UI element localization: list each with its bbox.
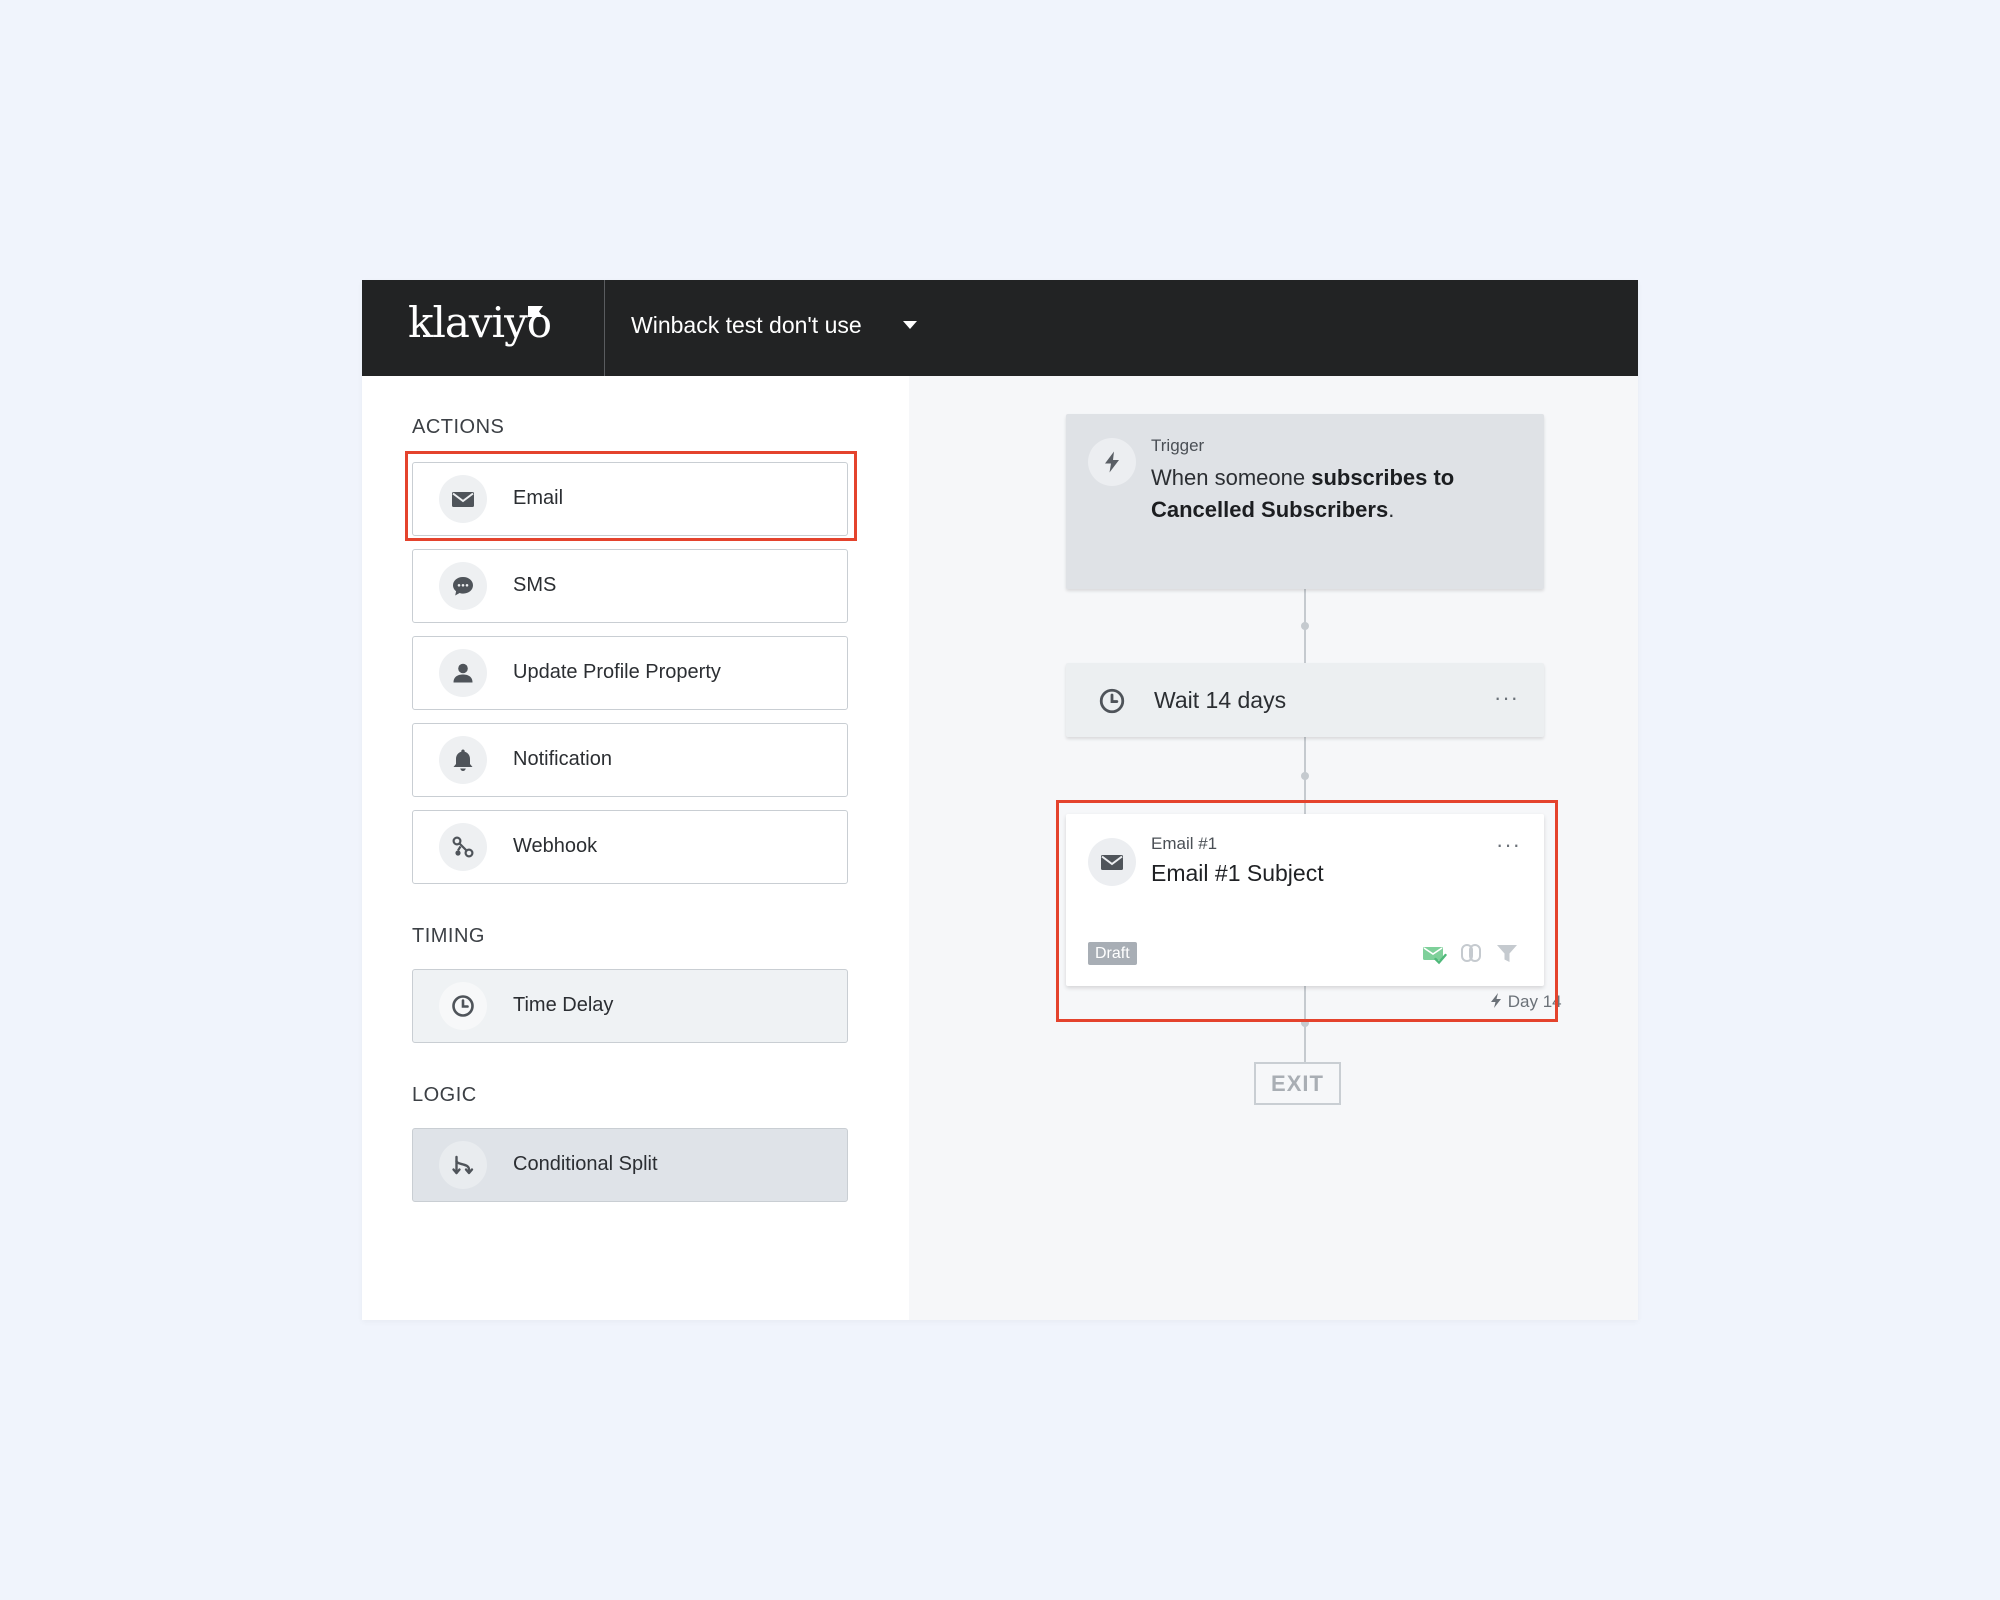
person-icon [439, 649, 487, 697]
smart-sending-icon [1461, 944, 1481, 962]
palette-label: Conditional Split [513, 1153, 658, 1175]
flow-name[interactable]: Winback test don't use [631, 312, 862, 339]
exit-node: EXIT [1254, 1062, 1341, 1105]
day-label-text: Day 14 [1507, 992, 1562, 1011]
flow-canvas[interactable]: Trigger When someone subscribes to Cance… [909, 376, 1638, 1320]
palette-item-time-delay[interactable]: Time Delay [412, 969, 848, 1043]
palette-item-email[interactable]: Email [412, 462, 848, 536]
palette-label: Time Delay [513, 994, 614, 1016]
lightning-icon [1491, 993, 1501, 1008]
filter-icon [1497, 945, 1517, 962]
lightning-icon [1088, 438, 1136, 486]
time-delay-label: Wait 14 days [1154, 687, 1287, 713]
trigger-card[interactable]: Trigger When someone subscribes to Cance… [1066, 414, 1544, 589]
trigger-text-suffix: . [1388, 497, 1395, 522]
email-kicker: Email #1 [1151, 834, 1218, 853]
email-subject: Email #1 Subject [1151, 860, 1324, 886]
envelope-icon [1088, 838, 1136, 886]
trigger-description: When someone subscribes to Cancelled Sub… [1151, 462, 1521, 526]
connector-dot [1301, 622, 1309, 630]
status-badge: Draft [1088, 942, 1137, 965]
clock-icon [1099, 688, 1125, 714]
clock-icon [439, 982, 487, 1030]
bell-icon [439, 736, 487, 784]
flow-builder-window: klaviyo Winback test don't use ACTIONS E… [362, 280, 1638, 1320]
trigger-kicker: Trigger [1151, 436, 1205, 455]
palette-label: Notification [513, 748, 612, 770]
brand[interactable]: klaviyo [362, 280, 605, 376]
more-options-icon[interactable]: ··· [1494, 687, 1519, 709]
palette-label: SMS [513, 574, 557, 596]
webhook-icon [439, 823, 487, 871]
brand-flag-icon [528, 306, 543, 317]
time-delay-card[interactable]: Wait 14 days ··· [1066, 663, 1544, 737]
email-verified-icon [1423, 947, 1447, 965]
chat-bubble-icon [439, 562, 487, 610]
palette-label: Webhook [513, 835, 598, 857]
section-title-actions: ACTIONS [412, 416, 505, 438]
section-title-timing: TIMING [412, 925, 485, 947]
email-card[interactable]: Email #1 Email #1 Subject ··· Draft [1066, 814, 1544, 986]
split-icon [439, 1141, 487, 1189]
connector-dot [1301, 772, 1309, 780]
caret-down-icon[interactable] [903, 321, 917, 329]
palette-item-update-profile-property[interactable]: Update Profile Property [412, 636, 848, 710]
section-title-logic: LOGIC [412, 1084, 477, 1106]
trigger-text-prefix: When someone [1151, 465, 1312, 490]
palette-item-conditional-split[interactable]: Conditional Split [412, 1128, 848, 1202]
envelope-icon [439, 475, 487, 523]
palette-item-notification[interactable]: Notification [412, 723, 848, 797]
palette-item-webhook[interactable]: Webhook [412, 810, 848, 884]
palette-item-sms[interactable]: SMS [412, 549, 848, 623]
more-options-icon[interactable]: ··· [1496, 834, 1521, 856]
connector-dot [1301, 1019, 1309, 1027]
top-bar: klaviyo Winback test don't use [362, 280, 1638, 376]
palette-label: Update Profile Property [513, 661, 721, 683]
palette-label: Email [513, 487, 564, 509]
day-label: Day 14 [1489, 992, 1562, 1012]
action-palette: ACTIONS Email SMS Update Profile Propert… [362, 376, 909, 1320]
